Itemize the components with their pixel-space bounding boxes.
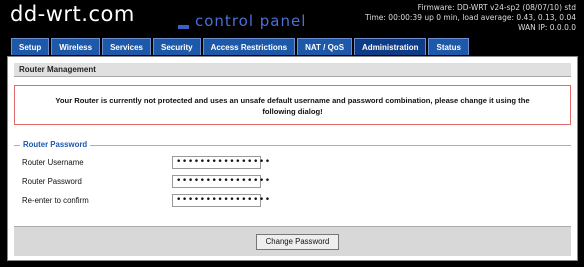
warning-line-2: following dialog! — [262, 107, 323, 116]
warning-line-1: Your Router is currently not protected a… — [55, 96, 530, 105]
router-password-fieldset: Router Password Router Username ••••••••… — [14, 140, 571, 219]
confirm-label: Re-enter to confirm — [22, 196, 89, 205]
confirm-row: Re-enter to confirm •••••••••••••••• — [22, 194, 562, 209]
username-label: Router Username — [22, 158, 84, 167]
password-row: Router Password •••••••••••••••• — [22, 175, 562, 190]
tab-setup[interactable]: Setup — [11, 38, 50, 55]
tab-administration[interactable]: Administration — [354, 38, 427, 55]
logo-subtitle: control panel — [195, 12, 307, 30]
header: dd-wrt.com control panel Firmware: DD-WR… — [0, 0, 584, 38]
button-bar: Change Password — [14, 226, 571, 256]
section-title: Router Management — [14, 63, 571, 77]
uptime-text: Time: 00:00:39 up 0 min, load average: 0… — [365, 13, 576, 22]
tab-access-restrictions[interactable]: Access Restrictions — [202, 38, 296, 55]
tab-services[interactable]: Services — [102, 38, 151, 55]
username-input[interactable]: •••••••••••••••• — [172, 156, 270, 169]
main-panel: Router Management Your Router is current… — [7, 56, 578, 261]
main-tabs: Setup Wireless Services Security Access … — [11, 38, 469, 56]
security-warning: Your Router is currently not protected a… — [14, 85, 571, 125]
logo-text: dd-wrt.com — [10, 2, 135, 26]
tab-nat-qos[interactable]: NAT / QoS — [297, 38, 353, 55]
change-password-button[interactable]: Change Password — [256, 234, 339, 250]
wan-ip-text: WAN IP: 0.0.0.0 — [517, 23, 576, 32]
password-label: Router Password — [22, 177, 82, 186]
firmware-text: Firmware: DD-WRT v24-sp2 (08/07/10) std — [417, 3, 576, 12]
confirm-password-input[interactable]: •••••••••••••••• — [172, 194, 270, 207]
tab-security[interactable]: Security — [153, 38, 201, 55]
password-input[interactable]: •••••••••••••••• — [172, 175, 270, 188]
status-info: Firmware: DD-WRT v24-sp2 (08/07/10) std … — [365, 3, 576, 33]
fieldset-legend: Router Password — [20, 140, 91, 149]
tab-wireless[interactable]: Wireless — [51, 38, 101, 55]
logo-accent-bar — [178, 25, 189, 29]
tab-status[interactable]: Status — [428, 38, 469, 55]
username-row: Router Username •••••••••••••••• — [22, 156, 562, 171]
